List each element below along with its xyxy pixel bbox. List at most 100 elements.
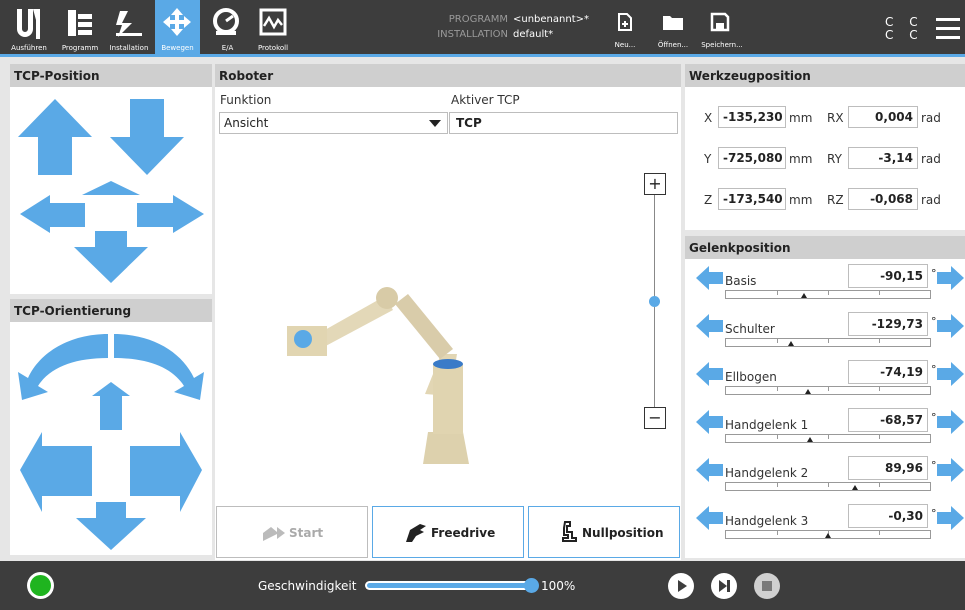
- ry-field[interactable]: -3,14: [848, 147, 918, 169]
- new-file-button[interactable]: Neu...: [608, 0, 642, 54]
- joint-range-tick: [879, 387, 880, 391]
- joint-row: Handgelenk 3 -0,30 °: [685, 503, 965, 550]
- zoom-out-button[interactable]: −: [644, 407, 666, 429]
- joint-increase-arrow-icon[interactable]: [935, 409, 965, 435]
- joint-range-tick: [777, 483, 778, 487]
- joint-row: Schulter -129,73 °: [685, 311, 965, 358]
- rx-field[interactable]: 0,004: [848, 106, 918, 128]
- z-field[interactable]: -173,540: [718, 188, 786, 210]
- joint-range-bar: [725, 434, 931, 443]
- joint-range-tick: [828, 291, 829, 295]
- status-indicator[interactable]: [27, 572, 54, 599]
- x-label: X: [704, 111, 713, 125]
- stop-button[interactable]: [754, 573, 780, 599]
- robot-shoulder-column: [433, 364, 463, 434]
- nav-io-button[interactable]: E/A: [205, 0, 250, 54]
- rx-label: RX: [827, 111, 844, 125]
- joint-value[interactable]: -68,57: [848, 408, 928, 432]
- joint-position-marker: [788, 341, 795, 346]
- y-field[interactable]: -725,080: [718, 147, 786, 169]
- tilt-right-icon[interactable]: [130, 432, 202, 512]
- tilt-up-icon[interactable]: [92, 382, 130, 430]
- joint-value[interactable]: -74,19: [848, 360, 928, 384]
- joint-range-tick: [879, 435, 880, 439]
- tilt-left-icon[interactable]: [20, 432, 92, 512]
- nav-run-label: Ausführen: [11, 44, 47, 52]
- rz-field[interactable]: -0,068: [848, 188, 918, 210]
- nav-log-button[interactable]: Protokoll: [253, 0, 293, 54]
- speed-slider-track[interactable]: [365, 581, 535, 590]
- x-unit: mm: [789, 111, 813, 125]
- zoom-in-button[interactable]: +: [644, 173, 666, 195]
- nav-log-label: Protokoll: [257, 44, 289, 52]
- arrow-backward-icon[interactable]: [74, 231, 148, 283]
- dropdown-arrow-icon: [429, 120, 441, 127]
- active-tcp-label: Aktiver TCP: [451, 93, 520, 107]
- joint-decrease-arrow-icon[interactable]: [695, 265, 725, 291]
- zoom-slider-knob[interactable]: [649, 296, 660, 307]
- play-icon: [678, 580, 687, 592]
- joint-decrease-arrow-icon[interactable]: [695, 409, 725, 435]
- joint-decrease-arrow-icon[interactable]: [695, 505, 725, 531]
- joint-decrease-arrow-icon[interactable]: [695, 313, 725, 339]
- hamburger-menu-icon[interactable]: [936, 18, 960, 45]
- ry-label: RY: [827, 152, 842, 166]
- arrow-left-icon[interactable]: [20, 195, 85, 233]
- y-label: Y: [704, 152, 712, 166]
- joint-increase-arrow-icon[interactable]: [935, 265, 965, 291]
- open-file-button[interactable]: Öffnen...: [652, 0, 694, 54]
- joint-value[interactable]: -90,15: [848, 264, 928, 288]
- joint-position-title: Gelenkposition: [685, 236, 965, 259]
- cc-indicator: C CC C: [885, 15, 924, 42]
- nav-run-button[interactable]: Ausführen: [8, 0, 50, 54]
- function-label: Funktion: [220, 93, 272, 107]
- joint-decrease-arrow-icon[interactable]: [695, 361, 725, 387]
- rotate-left-icon[interactable]: [18, 334, 108, 400]
- joint-value[interactable]: -129,73: [848, 312, 928, 336]
- active-tcp-field[interactable]: TCP: [449, 112, 678, 134]
- joint-increase-arrow-icon[interactable]: [935, 313, 965, 339]
- start-button[interactable]: Start: [216, 506, 368, 558]
- rz-unit: rad: [921, 193, 941, 207]
- joint-range-tick: [879, 291, 880, 295]
- play-button[interactable]: [668, 573, 694, 599]
- save-file-button[interactable]: Speichern...: [700, 0, 744, 54]
- tilt-down-icon[interactable]: [76, 502, 146, 550]
- tool-position-panel: Werkzeugposition X -135,230 mm RX 0,004 …: [685, 64, 965, 230]
- ry-unit: rad: [921, 152, 941, 166]
- joint-increase-arrow-icon[interactable]: [935, 505, 965, 531]
- arrow-down-icon[interactable]: [110, 99, 184, 175]
- x-field[interactable]: -135,230: [718, 106, 786, 128]
- nav-program-button[interactable]: Programm: [58, 0, 102, 54]
- nav-move-button[interactable]: Bewegen: [155, 0, 200, 54]
- save-file-label: Speichern...: [701, 41, 743, 49]
- freedrive-button[interactable]: Freedrive: [372, 506, 524, 558]
- robot-3d-view[interactable]: [275, 284, 575, 484]
- step-button[interactable]: [711, 573, 737, 599]
- function-select[interactable]: Ansicht: [219, 112, 448, 134]
- tcp-orientation-panel: TCP-Orientierung: [10, 299, 212, 555]
- new-file-label: Neu...: [614, 41, 636, 49]
- joint-range-tick: [777, 531, 778, 535]
- joint-decrease-arrow-icon[interactable]: [695, 457, 725, 483]
- speed-slider-knob[interactable]: [524, 578, 539, 593]
- robot-joint-ring: [433, 359, 463, 369]
- nav-installation-button[interactable]: Installation: [106, 0, 152, 54]
- arrow-right-icon[interactable]: [137, 195, 204, 233]
- joint-increase-arrow-icon[interactable]: [935, 457, 965, 483]
- joint-range-tick: [828, 387, 829, 391]
- nav-installation-label: Installation: [109, 44, 149, 52]
- arrow-forward-icon[interactable]: [82, 181, 140, 195]
- home-position-button[interactable]: Nullposition: [528, 506, 680, 558]
- speed-value: 100%: [541, 579, 576, 593]
- rotate-right-icon[interactable]: [114, 334, 204, 400]
- joint-label: Basis: [725, 274, 757, 288]
- arrow-up-icon[interactable]: [18, 99, 92, 175]
- program-label: PROGRAMM: [448, 14, 508, 25]
- joint-range-tick: [828, 339, 829, 343]
- joint-increase-arrow-icon[interactable]: [935, 361, 965, 387]
- joint-value[interactable]: 89,96: [848, 456, 928, 480]
- robot-panel: Roboter Funktion Ansicht Aktiver TCP TCP…: [215, 64, 681, 560]
- joint-row: Handgelenk 2 89,96 °: [685, 455, 965, 502]
- joint-value[interactable]: -0,30: [848, 504, 928, 528]
